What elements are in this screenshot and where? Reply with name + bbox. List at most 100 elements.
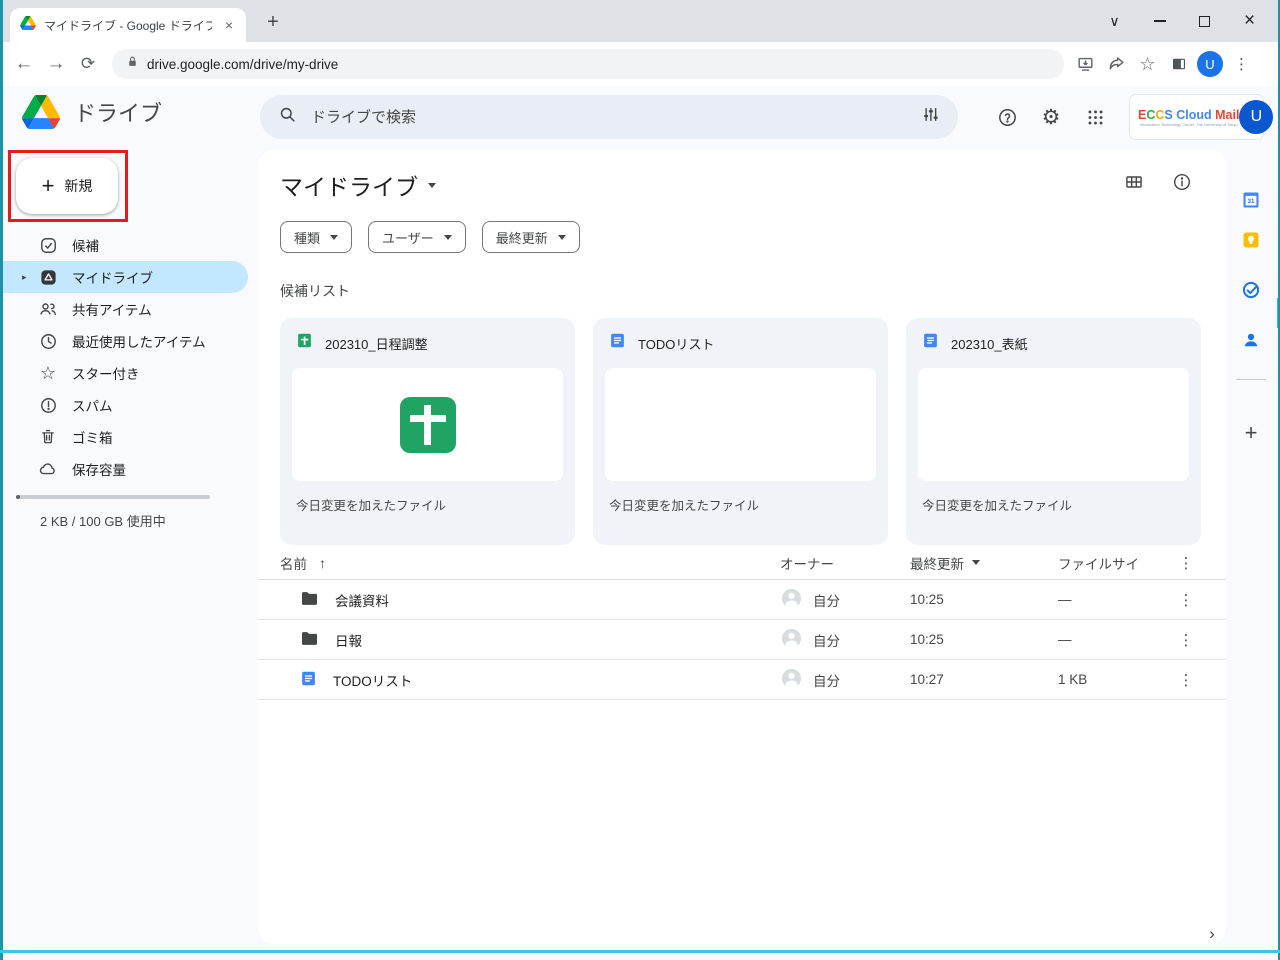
page-title-row[interactable]: マイドライブ [280, 168, 436, 202]
collapse-panel-icon[interactable]: › [1200, 922, 1224, 946]
docs-file-icon [609, 332, 626, 354]
drive-app: ドライブ + 新規 候補 ▸ マイドライブ 共有アイテム [0, 86, 1280, 950]
filter-chip-modified[interactable]: 最終更新 [482, 221, 580, 253]
sort-descending-icon [972, 560, 980, 565]
owner-avatar [780, 667, 803, 693]
column-header-owner[interactable]: オーナー [780, 553, 910, 573]
tab-close-icon[interactable]: × [220, 16, 238, 34]
search-options-icon[interactable] [921, 105, 940, 129]
drive-search-bar[interactable] [260, 95, 958, 139]
chevron-down-icon [558, 235, 566, 240]
row-menu-icon[interactable]: ⋮ [1164, 591, 1208, 609]
install-icon[interactable] [1070, 49, 1101, 80]
view-controls [1124, 172, 1192, 197]
browser-tab[interactable]: マイドライブ - Google ドライブ × [10, 8, 246, 42]
star-icon: ☆ [38, 363, 58, 383]
plus-icon: + [42, 175, 55, 197]
column-header-size[interactable]: ファイルサイ [1058, 553, 1164, 573]
sheets-logo [400, 397, 456, 453]
expander-icon[interactable]: ▸ [22, 272, 27, 283]
calendar-icon[interactable]: 31 [1234, 183, 1268, 217]
sidebar-item-shared[interactable]: 共有アイテム [0, 293, 248, 325]
search-input[interactable] [311, 109, 907, 126]
grid-view-icon[interactable] [1124, 172, 1144, 197]
column-header-name[interactable]: 名前 ↑ [280, 553, 780, 573]
window-controls: ∨ × [1092, 0, 1272, 42]
sidebar-item-my-drive[interactable]: ▸ マイドライブ [0, 261, 248, 293]
storage-progress-bar [16, 495, 210, 499]
new-button[interactable]: + 新規 [16, 158, 118, 214]
filter-chip-people[interactable]: ユーザー [368, 221, 466, 253]
sidebar-item-starred[interactable]: ☆ スター付き [0, 357, 248, 389]
suggested-card[interactable]: 202310_日程調整 今日変更を加えたファイル [280, 318, 575, 545]
owner-avatar [780, 627, 803, 653]
trash-icon [38, 427, 58, 447]
browser-tabstrip: マイドライブ - Google ドライブ × + ∨ × [0, 0, 1280, 42]
bookmark-star-icon[interactable]: ☆ [1132, 49, 1163, 80]
sidebar-item-storage[interactable]: 保存容量 [0, 453, 248, 485]
owner-avatar [780, 587, 803, 613]
sidebar-item-trash[interactable]: ゴミ箱 [0, 421, 248, 453]
share-icon[interactable] [1101, 49, 1132, 80]
file-size: — [1058, 632, 1164, 647]
eccs-account-badge[interactable]: ECCS Cloud Mail Information Technology C… [1130, 95, 1263, 139]
contacts-icon[interactable] [1234, 323, 1268, 357]
side-panel-icon[interactable] [1163, 49, 1194, 80]
chevron-down-icon [330, 235, 338, 240]
main-content-panel: マイドライブ 種類 ユーザー 最終更新 候補リスト [258, 150, 1226, 944]
column-settings-icon[interactable]: ⋮ [1164, 554, 1208, 572]
settings-gear-icon[interactable]: ⚙ [1034, 100, 1068, 134]
filter-chip-type[interactable]: 種類 [280, 221, 352, 253]
reload-icon[interactable]: ⟳ [72, 48, 104, 80]
cloud-icon [38, 459, 58, 479]
drive-logo[interactable]: ドライブ [22, 95, 162, 129]
check-squircle-icon [38, 235, 58, 255]
account-avatar[interactable]: U [1239, 100, 1273, 134]
sidebar-item-suggested[interactable]: 候補 [0, 229, 248, 261]
sidebar-item-spam[interactable]: スパム [0, 389, 248, 421]
window-maximize-button[interactable] [1182, 0, 1227, 42]
sidebar-item-recent[interactable]: 最近使用したアイテム [0, 325, 248, 357]
filter-chips: 種類 ユーザー 最終更新 [280, 221, 580, 253]
suggested-section-label: 候補リスト [280, 281, 350, 301]
column-header-modified[interactable]: 最終更新 [910, 553, 1058, 573]
suggested-card[interactable]: TODOリスト 今日変更を加えたファイル [593, 318, 888, 545]
suggested-card[interactable]: 202310_表紙 今日変更を加えたファイル [906, 318, 1201, 545]
row-menu-icon[interactable]: ⋮ [1164, 671, 1208, 689]
table-header-row: 名前 ↑ オーナー 最終更新 ファイルサイ ⋮ [258, 546, 1226, 580]
help-icon[interactable] [990, 100, 1024, 134]
header-icons: ⚙ [990, 95, 1112, 139]
keep-icon[interactable] [1234, 223, 1268, 257]
sort-ascending-icon: ↑ [319, 555, 326, 571]
new-tab-button[interactable]: + [260, 9, 286, 35]
screen-edge-bottom [0, 950, 1280, 953]
forward-icon[interactable]: → [40, 48, 72, 80]
clock-icon [38, 331, 58, 351]
file-size: 1 KB [1058, 672, 1164, 687]
table-row[interactable]: 日報 自分 10:25 — ⋮ [258, 620, 1226, 660]
screen-edge-left [0, 0, 3, 960]
browser-avatar[interactable]: U [1197, 51, 1223, 77]
page-title: マイドライブ [280, 168, 418, 202]
chevron-down-icon [428, 183, 436, 188]
file-thumbnail [918, 368, 1189, 481]
new-button-label: 新規 [64, 176, 92, 196]
tab-search-icon[interactable]: ∨ [1092, 0, 1137, 42]
table-row[interactable]: TODOリスト 自分 10:27 1 KB ⋮ [258, 660, 1226, 700]
file-size: — [1058, 592, 1164, 607]
tasks-icon[interactable] [1234, 273, 1268, 307]
row-menu-icon[interactable]: ⋮ [1164, 631, 1208, 649]
storage-progress-fill [16, 495, 20, 499]
add-apps-icon[interactable]: + [1234, 416, 1268, 450]
table-row[interactable]: 会議資料 自分 10:25 — ⋮ [258, 580, 1226, 620]
window-minimize-button[interactable] [1137, 0, 1182, 42]
window-close-button[interactable]: × [1227, 0, 1272, 42]
address-bar[interactable]: drive.google.com/drive/my-drive [112, 49, 1064, 79]
apps-grid-icon[interactable] [1078, 100, 1112, 134]
info-icon[interactable] [1172, 172, 1192, 197]
spam-icon [38, 395, 58, 415]
back-icon[interactable]: ← [8, 48, 40, 80]
browser-menu-icon[interactable]: ⋮ [1226, 49, 1257, 80]
rail-divider [1236, 379, 1266, 380]
suggested-cards: 202310_日程調整 今日変更を加えたファイル TODOリスト 今日変更を加え… [280, 318, 1201, 545]
